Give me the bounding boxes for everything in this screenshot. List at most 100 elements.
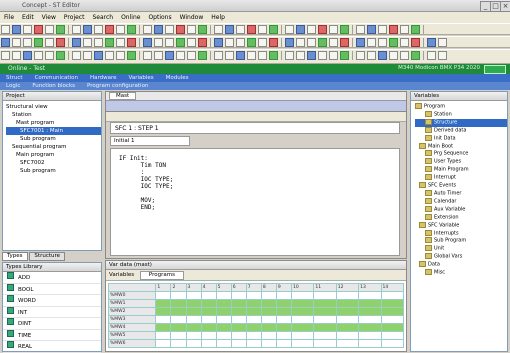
grid-cell[interactable]	[170, 323, 187, 332]
tree-item[interactable]: Mast program	[6, 119, 101, 127]
variable-tree-item[interactable]: Sub Program	[415, 237, 507, 245]
toolbar-button-icon[interactable]	[94, 25, 103, 34]
toolbar-button-icon[interactable]	[198, 25, 207, 34]
toolbar-button-icon[interactable]	[427, 51, 436, 60]
toolbar-button-icon[interactable]	[1, 51, 10, 60]
menu-options[interactable]: Options	[144, 12, 175, 23]
grid-cell[interactable]	[215, 291, 232, 300]
grid-cell[interactable]	[380, 315, 405, 324]
nav-tab[interactable]: Communication	[29, 74, 84, 82]
toolbar-button-icon[interactable]	[56, 38, 65, 47]
grid-cell[interactable]	[335, 323, 360, 332]
toolbar-button-icon[interactable]	[72, 38, 81, 47]
grid-cell[interactable]	[155, 339, 172, 348]
grid-cell[interactable]	[335, 291, 360, 300]
toolbar-button-icon[interactable]	[56, 51, 65, 60]
grid-cell[interactable]	[358, 299, 382, 308]
toolbar-button-icon[interactable]	[225, 25, 234, 34]
grid-cell[interactable]	[290, 299, 315, 308]
grid-cell[interactable]	[313, 291, 337, 300]
variable-tree-item[interactable]: Global Vars	[415, 253, 507, 261]
toolbar-button-icon[interactable]	[214, 51, 223, 60]
grid-cell[interactable]	[230, 315, 247, 324]
grid-cell[interactable]	[290, 323, 315, 332]
toolbar-button-icon[interactable]	[176, 25, 185, 34]
toolbar-button-icon[interactable]	[116, 51, 125, 60]
grid-cell[interactable]	[358, 323, 382, 332]
toolbar-button-icon[interactable]	[116, 38, 125, 47]
filter-select[interactable]: Programs	[139, 271, 184, 280]
grid-cell[interactable]	[155, 315, 172, 324]
toolbar-button-icon[interactable]	[83, 25, 92, 34]
toolbar-button-icon[interactable]	[45, 25, 54, 34]
grid-cell[interactable]	[230, 307, 247, 316]
toolbar-button-icon[interactable]	[165, 51, 174, 60]
grid-cell[interactable]	[185, 323, 202, 332]
toolbar-button-icon[interactable]	[340, 25, 349, 34]
toolbar-button-icon[interactable]	[378, 38, 387, 47]
toolbar-button-icon[interactable]	[45, 51, 54, 60]
menu-online[interactable]: Online	[117, 12, 144, 23]
library-item[interactable]: INT	[3, 307, 101, 318]
toolbar-button-icon[interactable]	[154, 25, 163, 34]
toolbar-button-icon[interactable]	[296, 51, 305, 60]
toolbar-button-icon[interactable]	[367, 51, 376, 60]
toolbar-button-icon[interactable]	[127, 38, 136, 47]
grid-cell[interactable]	[358, 307, 382, 316]
toolbar-button-icon[interactable]	[307, 51, 316, 60]
nav-tab[interactable]: Struct	[0, 74, 29, 82]
toolbar-button-icon[interactable]	[72, 51, 81, 60]
toolbar-button-icon[interactable]	[247, 25, 256, 34]
toolbar-button-icon[interactable]	[12, 25, 21, 34]
menu-edit[interactable]: Edit	[18, 12, 38, 23]
toolbar-button-icon[interactable]	[258, 25, 267, 34]
toolbar-button-icon[interactable]	[56, 25, 65, 34]
toolbar-button-icon[interactable]	[367, 38, 376, 47]
toolbar-button-icon[interactable]	[105, 51, 114, 60]
grid-cell[interactable]	[155, 331, 172, 340]
grid-cell[interactable]	[230, 323, 247, 332]
toolbar-button-icon[interactable]	[83, 51, 92, 60]
grid-cell[interactable]	[215, 339, 232, 348]
toolbar-button-icon[interactable]	[258, 38, 267, 47]
toolbar-button-icon[interactable]	[285, 38, 294, 47]
grid-cell[interactable]	[245, 307, 262, 316]
toolbar-button-icon[interactable]	[187, 25, 196, 34]
grid-cell[interactable]	[290, 339, 315, 348]
grid-cell[interactable]	[313, 323, 337, 332]
toolbar-button-icon[interactable]	[400, 38, 409, 47]
grid-cell[interactable]	[380, 331, 405, 340]
grid-cell[interactable]	[335, 331, 360, 340]
toolbar-button-icon[interactable]	[143, 25, 152, 34]
toolbar-button-icon[interactable]	[176, 38, 185, 47]
library-item[interactable]: DINT	[3, 318, 101, 330]
grid-cell[interactable]	[358, 291, 382, 300]
variable-tree-item[interactable]: SFC Events	[415, 182, 507, 190]
grid-cell[interactable]	[290, 315, 315, 324]
variable-tree-item[interactable]: Main Program	[415, 166, 507, 174]
toolbar-button-icon[interactable]	[1, 25, 10, 34]
toolbar-button-icon[interactable]	[411, 38, 420, 47]
toolbar-button-icon[interactable]	[389, 51, 398, 60]
tree-item[interactable]: SFC7001 : Main	[6, 127, 101, 135]
grid-cell[interactable]	[185, 339, 202, 348]
tab-structure[interactable]: Structure	[29, 252, 66, 261]
grid-cell[interactable]	[313, 339, 337, 348]
grid-cell[interactable]	[290, 307, 315, 316]
grid-cell[interactable]	[275, 299, 292, 308]
toolbar-button-icon[interactable]	[400, 51, 409, 60]
table-row[interactable]: %MW3	[107, 315, 405, 324]
grid-cell[interactable]	[260, 299, 277, 308]
tree-item[interactable]: Sub program	[6, 167, 101, 175]
tree-item[interactable]: Sequential program	[6, 143, 101, 151]
nav-tab[interactable]: Hardware	[84, 74, 123, 82]
toolbar-button-icon[interactable]	[94, 38, 103, 47]
variable-tree-item[interactable]: User Types	[415, 158, 507, 166]
library-item[interactable]: ADD	[3, 272, 101, 284]
grid-cell[interactable]	[380, 339, 405, 348]
toolbar-button-icon[interactable]	[356, 25, 365, 34]
toolbar-button-icon[interactable]	[225, 38, 234, 47]
toolbar-button-icon[interactable]	[154, 38, 163, 47]
menu-window[interactable]: Window	[176, 12, 208, 23]
grid-cell[interactable]	[215, 307, 232, 316]
